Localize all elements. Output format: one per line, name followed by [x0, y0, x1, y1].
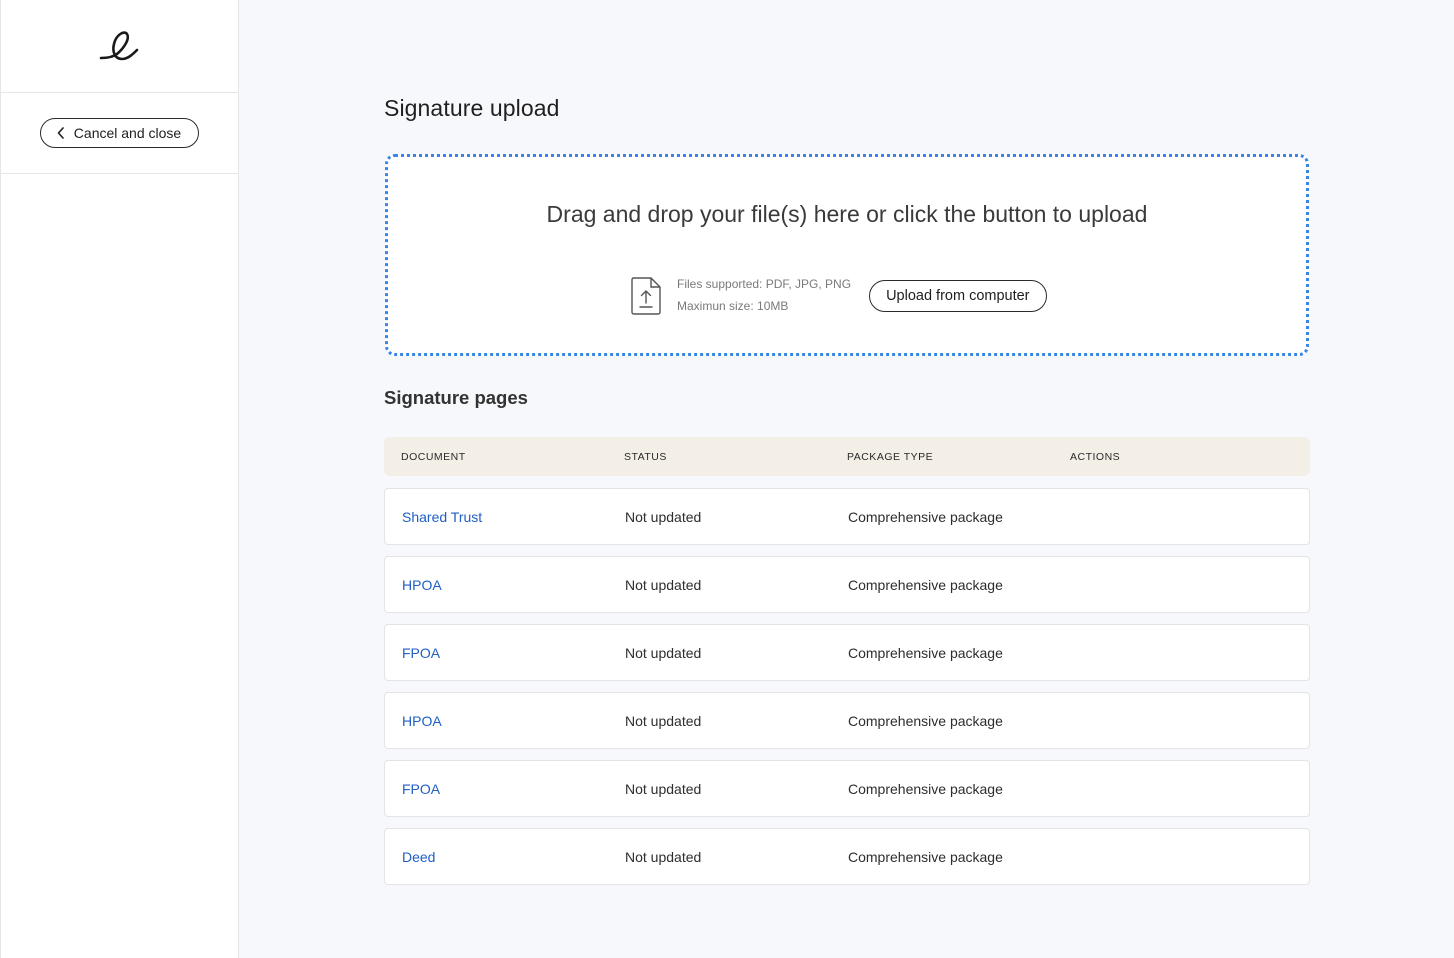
file-upload-icon [631, 277, 661, 315]
package-type-cell: Comprehensive package [848, 644, 1003, 661]
cancel-and-close-button[interactable]: Cancel and close [39, 118, 200, 148]
table-row: HPOA Not updated Comprehensive package [384, 692, 1310, 749]
document-link[interactable]: FPOA [402, 781, 440, 797]
table-row: HPOA Not updated Comprehensive package [384, 556, 1310, 613]
signature-pages-table: Shared Trust Not updated Comprehensive p… [384, 488, 1310, 896]
package-type-cell: Comprehensive package [848, 848, 1003, 865]
status-cell: Not updated [625, 848, 702, 865]
max-size-text: Maximun size: 10MB [677, 299, 789, 313]
status-cell: Not updated [625, 644, 702, 661]
header-status: STATUS [624, 450, 667, 463]
status-cell: Not updated [625, 712, 702, 729]
main-content: Signature upload Drag and drop your file… [239, 0, 1454, 958]
file-dropzone[interactable]: Drag and drop your file(s) here or click… [385, 154, 1309, 356]
header-document: DOCUMENT [401, 450, 466, 463]
files-supported-text: Files supported: PDF, JPG, PNG [677, 277, 852, 291]
package-type-cell: Comprehensive package [848, 576, 1003, 593]
table-row: FPOA Not updated Comprehensive package [384, 760, 1310, 817]
table-row: FPOA Not updated Comprehensive package [384, 624, 1310, 681]
package-type-cell: Comprehensive package [848, 508, 1003, 525]
document-link[interactable]: Deed [402, 849, 435, 865]
header-actions: ACTIONS [1070, 450, 1121, 463]
dropzone-info: Files supported: PDF, JPG, PNG Maximun s… [677, 273, 851, 317]
document-link[interactable]: HPOA [402, 577, 442, 593]
logo-area [1, 0, 238, 93]
section-title: Signature pages [384, 387, 528, 408]
document-link[interactable]: Shared Trust [402, 509, 482, 525]
status-cell: Not updated [625, 508, 702, 525]
cancel-label: Cancel and close [73, 125, 182, 141]
status-cell: Not updated [625, 576, 702, 593]
table-row: Deed Not updated Comprehensive package [384, 828, 1310, 885]
upload-from-computer-button[interactable]: Upload from computer [869, 280, 1047, 312]
dropzone-prompt: Drag and drop your file(s) here or click… [546, 201, 1148, 227]
package-type-cell: Comprehensive package [848, 780, 1003, 797]
package-type-cell: Comprehensive package [848, 712, 1003, 729]
status-cell: Not updated [625, 780, 702, 797]
dropzone-controls: Files supported: PDF, JPG, PNG Maximun s… [629, 275, 1047, 317]
cancel-area: Cancel and close [1, 93, 238, 174]
sidebar: Cancel and close [0, 0, 239, 958]
header-package-type: PACKAGE TYPE [847, 450, 934, 463]
page-title: Signature upload [384, 95, 560, 121]
table-header: DOCUMENT STATUS PACKAGE TYPE ACTIONS [384, 437, 1310, 476]
document-link[interactable]: FPOA [402, 645, 440, 661]
app-window: Cancel and close Signature upload Drag a… [0, 0, 1454, 958]
document-link[interactable]: HPOA [402, 713, 442, 729]
chevron-left-icon [57, 127, 64, 139]
table-row: Shared Trust Not updated Comprehensive p… [384, 488, 1310, 545]
logo-icon [99, 31, 138, 61]
